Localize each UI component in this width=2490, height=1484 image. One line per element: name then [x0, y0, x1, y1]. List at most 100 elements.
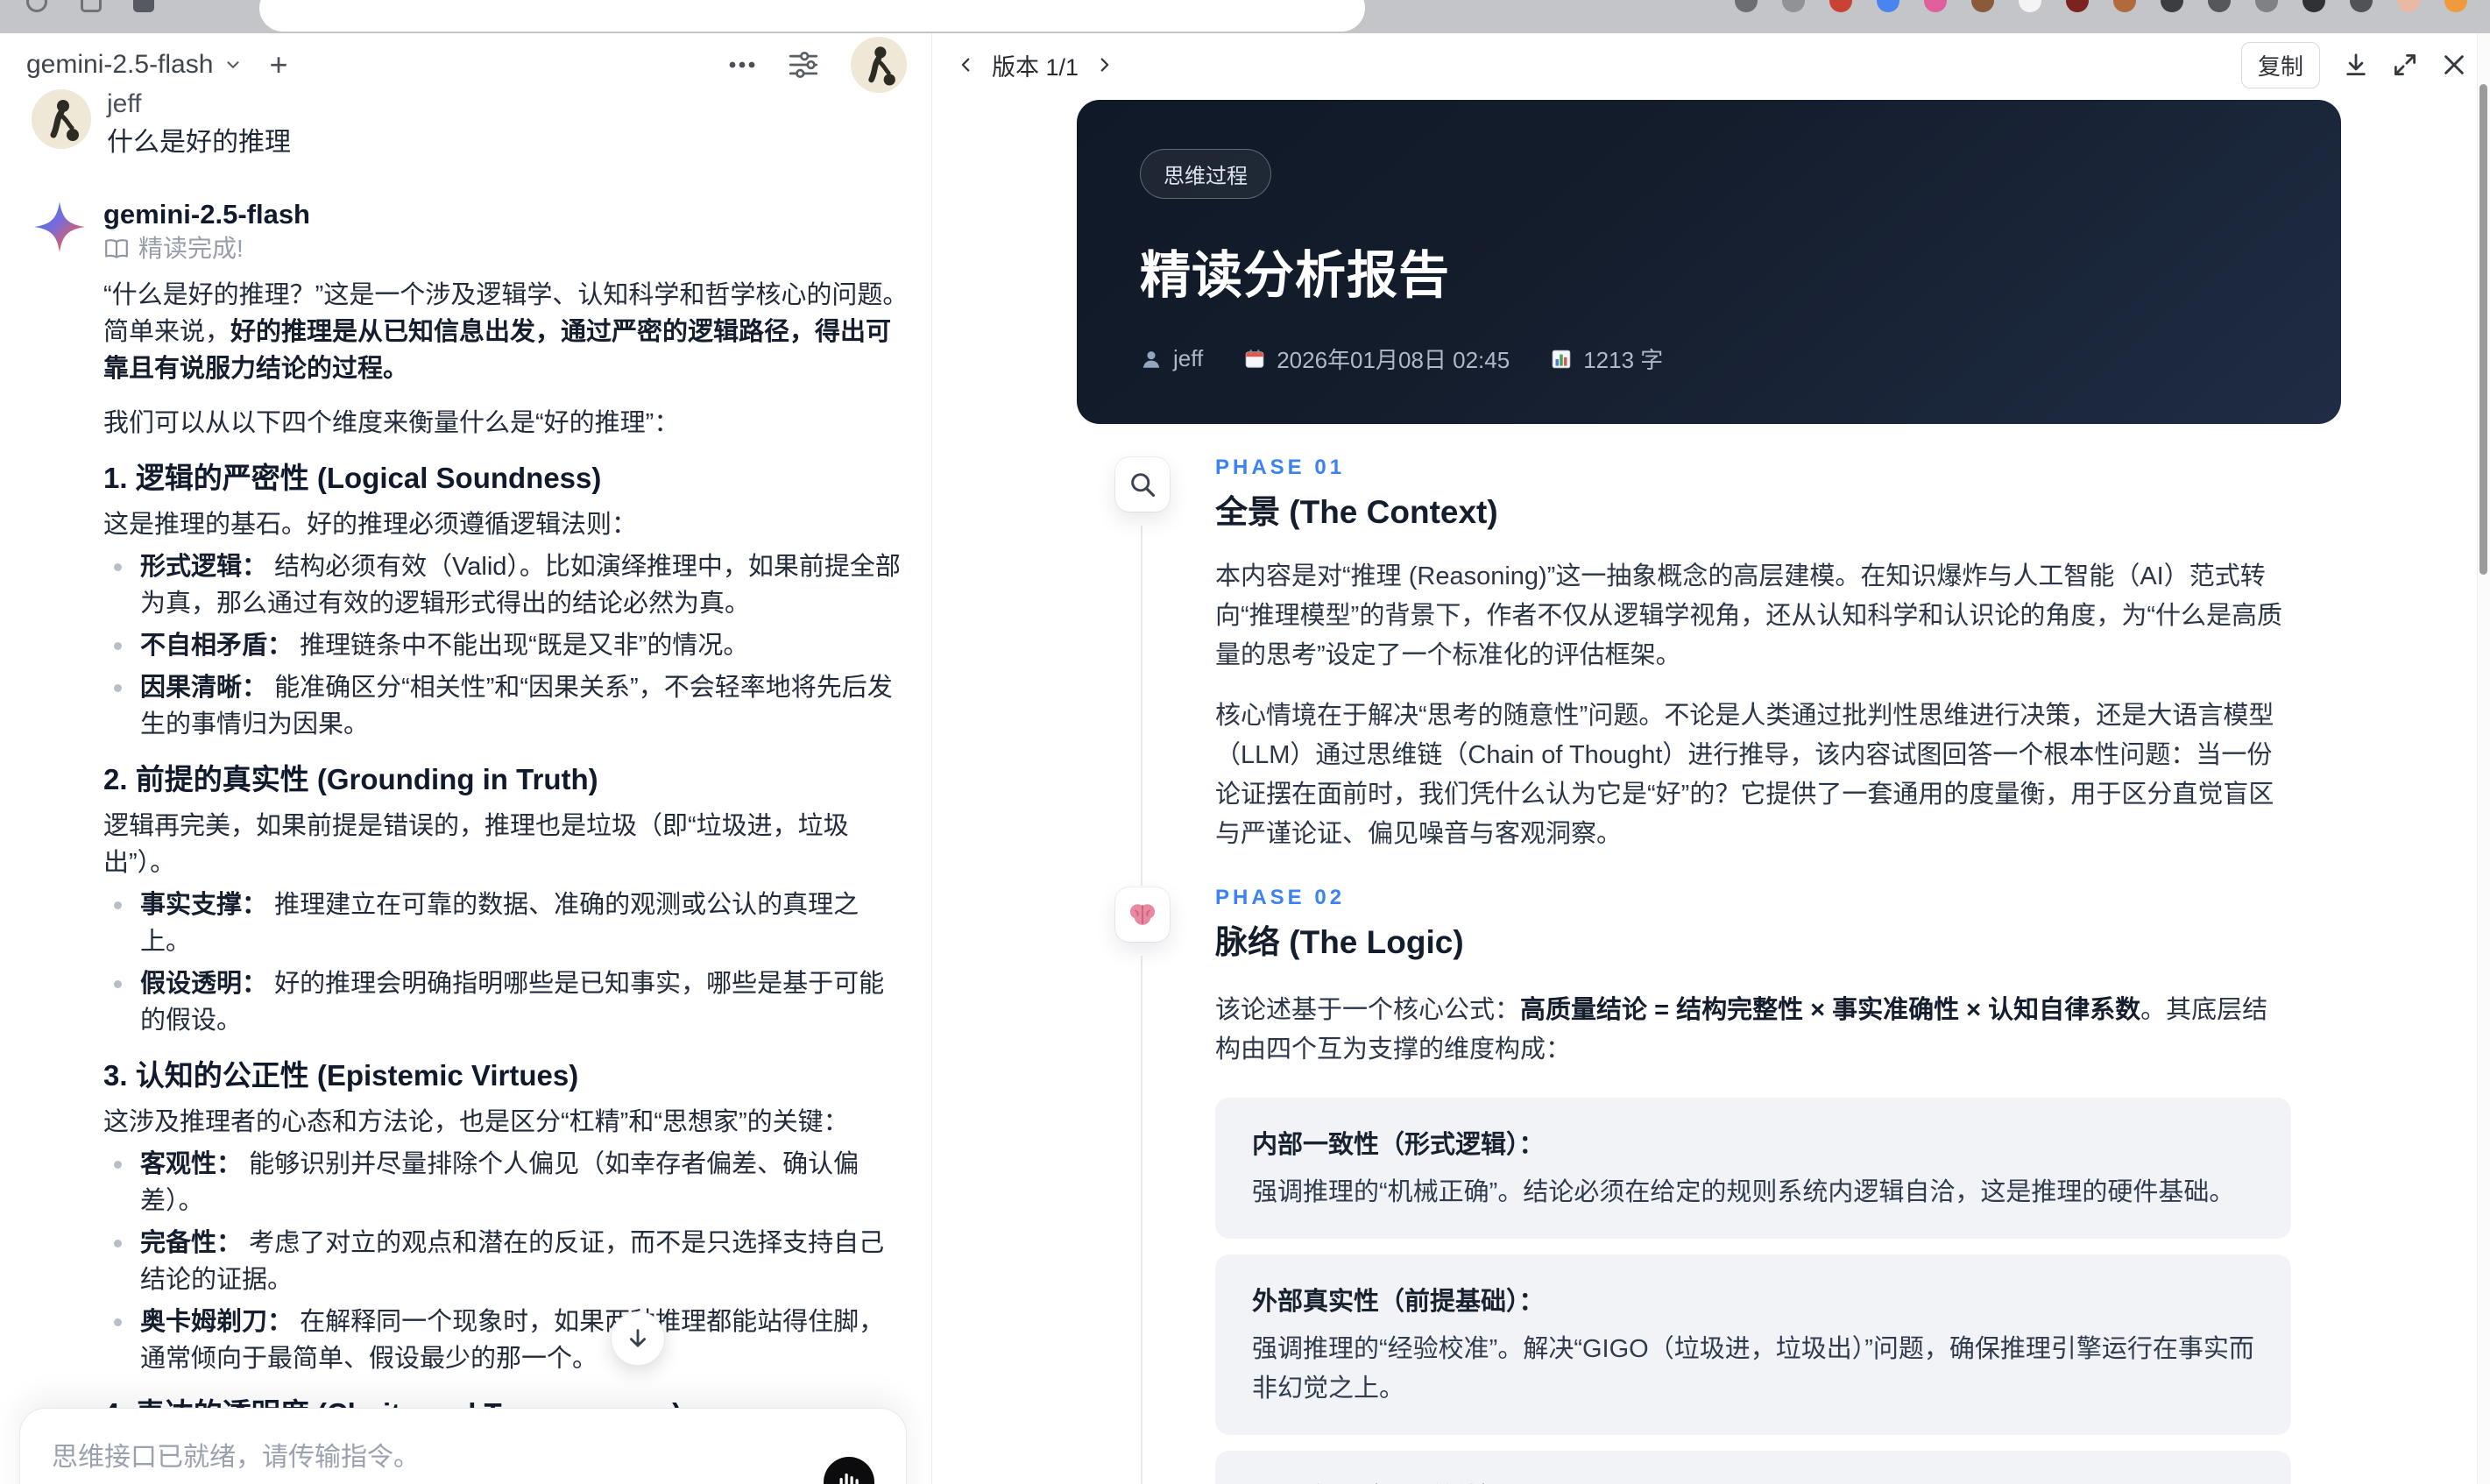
list-item: 不自相矛盾： 推理链条中不能出现“既是又非”的情况。 [103, 627, 909, 664]
dimension-card: 外部真实性（前提基础）： 强调推理的“经验校准”。解决“GIGO（垃圾进，垃圾出… [1215, 1254, 2291, 1435]
version-next-icon[interactable] [1094, 53, 1114, 76]
extension-icon[interactable] [1924, 0, 1947, 12]
browser-extensions-row [1735, 0, 2467, 12]
section-heading-1: 1. 逻辑的严密性 (Logical Soundness) [103, 462, 602, 494]
extension-icon[interactable] [2019, 0, 2041, 12]
book-icon [103, 237, 130, 260]
extension-icon[interactable] [2066, 0, 2089, 12]
user-message-text: 什么是好的推理 [107, 128, 291, 157]
phase-label: PHASE 02 [1215, 886, 1346, 909]
section-intro-1: 这是推理的基石。好的推理必须遵循逻辑法则： [103, 511, 638, 539]
browser-nav-icon[interactable] [133, 0, 154, 12]
dimension-card: 主体伦理（认识美德）： 转向推理者的心理特征。引入奥卡姆剃刀和反向论证，旨在克服… [1215, 1451, 2291, 1484]
screen: gemini-2.5-flash + jeff 什么是好的推理 gemini-2… [0, 0, 2490, 1484]
more-options-icon[interactable] [728, 60, 756, 69]
expand-icon[interactable] [2392, 52, 2418, 78]
extension-icon[interactable] [2303, 0, 2325, 12]
chat-scroll-area[interactable]: jeff 什么是好的推理 gemini-2.5-flash 精读完成! “什么是… [0, 89, 931, 1484]
card-title: 外部真实性（前提基础）： [1252, 1288, 1545, 1316]
section-heading-3: 3. 认知的公正性 (Epistemic Virtues) [103, 1059, 579, 1092]
phase-body: 本内容是对“推理 (Reasoning)”这一抽象概念的高层建模。在知识爆炸与人… [1215, 557, 2291, 854]
card-body: 强调推理的“机械正确”。结论必须在给定的规则系统内逻辑自洽，这是推理的硬件基础。 [1252, 1178, 2235, 1206]
list-item: 假设透明： 好的推理会明确指明哪些是已知事实，哪些是基于可能的假设。 [103, 965, 909, 1039]
list-item: 奥卡姆剃刀： 在解释同一个现象时，如果两种推理都能站得住脚，通常倾向于最简单、假… [103, 1304, 909, 1377]
meta-word-count: 1213 字 [1550, 343, 1663, 375]
artifact-header: 版本 1/1 复制 [932, 33, 2490, 89]
phase-paragraph: 本内容是对“推理 (Reasoning)”这一抽象概念的高层建模。在知识爆炸与人… [1215, 562, 2282, 669]
hero-badge: 思维过程 [1140, 149, 1271, 199]
phase-paragraph: 核心情境在于解决“思考的随意性”问题。不论是人类通过批判性思维进行决策，还是大语… [1215, 702, 2274, 848]
list-item: 因果清晰： 能准确区分“相关性”和“因果关系”，不会轻率地将先后发生的事情归为因… [103, 669, 909, 743]
magnifier-icon [1115, 457, 1170, 512]
extension-icon[interactable] [2397, 0, 2420, 12]
scroll-to-bottom-button[interactable] [611, 1311, 665, 1366]
phase-title: 全景 (The Context) [1215, 494, 1498, 530]
model-name: gemini-2.5-flash [26, 50, 214, 79]
browser-nav-icon[interactable] [26, 0, 47, 12]
card-title: 主体伦理（认识美德）： [1252, 1477, 2254, 1484]
phase-section-2: PHASE 02 脉络 (The Logic) 该论述基于一个核心公式：高质量结… [1077, 886, 2341, 1484]
model-selector[interactable]: gemini-2.5-flash [26, 50, 243, 80]
settings-sliders-icon[interactable] [788, 51, 819, 79]
composer-input[interactable]: 思维接口已就绪，请传输指令。 [20, 1409, 906, 1473]
version-label: 版本 1/1 [992, 53, 1079, 81]
card-body: 强调推理的“经验校准”。解决“GIGO（垃圾进，垃圾出）”问题，确保推理引擎运行… [1252, 1335, 2254, 1403]
brain-icon [1115, 887, 1170, 942]
extension-icon[interactable] [1829, 0, 1852, 12]
assistant-lead: 我们可以从以下四个维度来衡量什么是“好的推理”： [103, 409, 680, 437]
card-title: 内部一致性（形式逻辑）： [1252, 1131, 1545, 1159]
copy-button[interactable]: 复制 [2240, 41, 2320, 88]
user-avatar[interactable] [851, 37, 907, 93]
composer: 思维接口已就绪，请传输指令。 [19, 1408, 907, 1484]
section-intro-3: 这涉及推理者的心态和方法论，也是区分“杠精”和“思想家”的关键： [103, 1108, 849, 1136]
bullet-list-1: 形式逻辑： 结构必须有效（Valid）。比如演绎推理中，如果前提全部为真，那么通… [103, 548, 909, 743]
scrollbar-thumb[interactable] [2479, 84, 2487, 575]
phase-label: PHASE 01 [1215, 456, 1346, 479]
new-chat-button[interactable]: + [269, 49, 287, 81]
browser-nav-icon[interactable] [81, 0, 102, 12]
assistant-intro: “什么是好的推理？”这是一个涉及逻辑学、认知科学和哲学核心的问题。简单来说，好的… [103, 281, 909, 383]
list-item: 事实支撑： 推理建立在可靠的数据、准确的观测或公认的真理之上。 [103, 887, 909, 960]
assistant-status-text: 精读完成! [138, 235, 244, 262]
meta-date: 2026年01月08日 02:45 [1243, 343, 1510, 375]
extension-icon[interactable] [2208, 0, 2231, 12]
extension-icon[interactable] [1971, 0, 1994, 12]
meta-author: jeff [1140, 345, 1203, 372]
user-name: jeff [107, 89, 142, 118]
waveform-icon [836, 1469, 862, 1484]
chat-header: gemini-2.5-flash + [0, 33, 931, 93]
extension-icon[interactable] [2350, 0, 2373, 12]
assistant-message: gemini-2.5-flash 精读完成! “什么是好的推理？”这是一个涉及逻… [32, 200, 909, 1484]
assistant-status: 精读完成! [103, 235, 909, 263]
browser-address-bar[interactable] [259, 0, 1365, 32]
gemini-logo-icon [32, 200, 88, 256]
extension-icon[interactable] [1877, 0, 1899, 12]
extension-icon[interactable] [2161, 0, 2183, 12]
extension-icon[interactable] [1735, 0, 1758, 12]
chevron-down-icon [223, 55, 243, 74]
extension-icon[interactable] [1782, 0, 1805, 12]
user-message-avatar [32, 89, 91, 149]
phase-section-1: PHASE 01 全景 (The Context) 本内容是对“推理 (Reas… [1077, 456, 2341, 886]
assistant-name: gemini-2.5-flash [103, 199, 310, 230]
browser-chrome [0, 0, 2490, 33]
bullet-list-3: 客观性： 能够识别并尽量排除个人偏见（如幸存者偏差、确认偏差）。 完备性： 考虑… [103, 1146, 909, 1377]
artifact-panel: 版本 1/1 复制 思维过程 精读分析报告 jeff 2026年01月08日 0… [931, 33, 2490, 1484]
calendar-icon [1243, 348, 1266, 371]
user-message: jeff 什么是好的推理 [32, 89, 909, 161]
artifact-scroll-area[interactable]: 思维过程 精读分析报告 jeff 2026年01月08日 02:45 1213 … [932, 89, 2490, 1484]
extension-icon[interactable] [2113, 0, 2136, 12]
dimension-card: 内部一致性（形式逻辑）： 强调推理的“机械正确”。结论必须在给定的规则系统内逻辑… [1215, 1098, 2291, 1239]
phase-body: 该论述基于一个核心公式：高质量结论 = 结构完整性 × 事实准确性 × 认知自律… [1215, 991, 2291, 1070]
list-item: 完备性： 考虑了对立的观点和潜在的反证，而不是只选择支持自己结论的证据。 [103, 1225, 909, 1298]
section-heading-2: 2. 前提的真实性 (Grounding in Truth) [103, 763, 598, 795]
version-prev-icon[interactable] [957, 53, 976, 76]
extension-icon[interactable] [2444, 0, 2467, 12]
chat-panel: gemini-2.5-flash + jeff 什么是好的推理 gemini-2… [0, 33, 931, 1484]
download-icon[interactable] [2343, 52, 2369, 78]
close-icon[interactable] [2441, 52, 2467, 78]
formula-paragraph: 该论述基于一个核心公式：高质量结论 = 结构完整性 × 事实准确性 × 认知自律… [1215, 996, 2268, 1064]
extension-icon[interactable] [2255, 0, 2278, 12]
person-icon [1140, 348, 1163, 371]
list-item: 客观性： 能够识别并尽量排除个人偏见（如幸存者偏差、确认偏差）。 [103, 1146, 909, 1219]
